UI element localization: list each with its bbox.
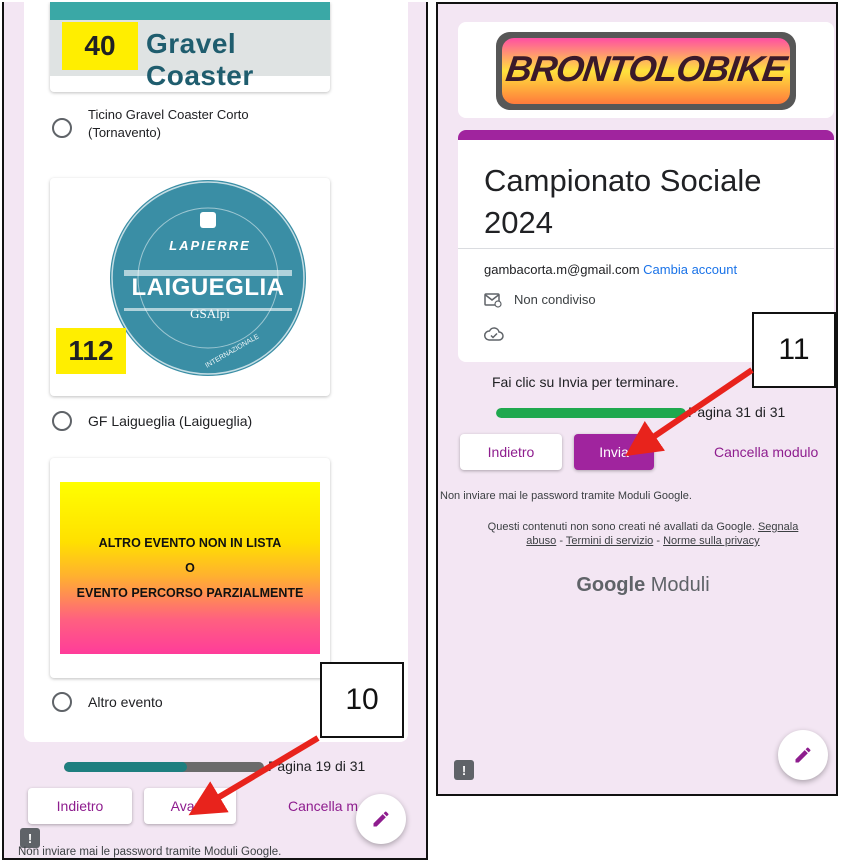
- terms-link[interactable]: Termini di servizio: [566, 535, 653, 547]
- separator: -: [656, 535, 661, 547]
- clear-form-link[interactable]: Cancella m: [288, 798, 358, 814]
- option-label-altro: Altro evento: [88, 694, 163, 710]
- password-warning: Non inviare mai le password tramite Modu…: [18, 846, 282, 858]
- report-abuse-link-cont[interactable]: abuso: [526, 535, 556, 547]
- header-accent-bar: [458, 130, 834, 140]
- report-abuse-link[interactable]: Segnala: [758, 521, 798, 533]
- gravel-coaster-image: 40 Gravel Coaster: [50, 2, 330, 92]
- back-button[interactable]: Indietro: [460, 434, 562, 470]
- right-form-panel: BRONTOLOBIKE Campionato Sociale 2024 gam…: [436, 2, 838, 796]
- altro-evento-image: ALTRO EVENTO NON IN LISTA O EVENTO PERCO…: [50, 458, 330, 678]
- radio-option-altro[interactable]: [52, 692, 72, 712]
- disclaimer-block: Questi contenuti non sono creati né aval…: [458, 520, 828, 548]
- laigueglia-brand: LAPIERRE: [169, 238, 251, 253]
- step-callout-11: 11: [752, 312, 836, 388]
- clear-form-link[interactable]: Cancella modulo: [714, 444, 818, 460]
- not-shared-text: Non condiviso: [514, 292, 596, 307]
- brand-google: Google: [576, 574, 646, 596]
- laigueglia-image: LAPIERRE LAIGUEGLIA GSAlpi GRANFONDO INT…: [50, 178, 330, 396]
- step-callout-10: 10: [320, 662, 404, 738]
- feedback-icon[interactable]: !: [20, 828, 40, 848]
- password-warning: Non inviare mai le password tramite Modu…: [440, 490, 692, 502]
- pencil-icon: [795, 747, 811, 763]
- disclaimer-text: Questi contenuti non sono creati né aval…: [487, 521, 755, 533]
- account-row: gambacorta.m@gmail.com Cambia account: [484, 262, 737, 277]
- left-form-panel: 40 Gravel Coaster Ticino Gravel Coaster …: [2, 2, 428, 860]
- submit-instruction: Fai clic su Invia per terminare.: [492, 374, 679, 390]
- altro-line1: ALTRO EVENTO NON IN LISTA: [98, 536, 282, 550]
- switch-account-link[interactable]: Cambia account: [643, 262, 737, 277]
- page-indicator: Pagina 19 di 31: [268, 758, 366, 774]
- gravel-title: Gravel Coaster: [146, 28, 254, 91]
- altro-line3: EVENTO PERCORSO PARZIALMENTE: [76, 586, 304, 600]
- progress-bar: [64, 762, 264, 772]
- progress-fill: [64, 762, 187, 772]
- form-title: Campionato Sociale 2024: [484, 160, 761, 244]
- progress-fill: [496, 408, 686, 418]
- altro-line2: O: [185, 561, 195, 575]
- laigueglia-title: LAIGUEGLIA: [131, 274, 285, 301]
- option-label-ticino: Ticino Gravel Coaster Corto (Tornavento): [88, 106, 249, 142]
- brand-moduli: Moduli: [650, 574, 710, 596]
- form-title-line2: 2024: [484, 205, 553, 240]
- disclaimer-line2: abuso - Termini di servizio - Norme sull…: [458, 534, 828, 548]
- header-divider: [458, 248, 834, 249]
- privacy-link[interactable]: Norme sulla privacy: [663, 535, 760, 547]
- laigueglia-badge: 112: [56, 328, 126, 374]
- option-label-ticino-line2: (Tornavento): [88, 125, 161, 140]
- radio-option-laigueglia[interactable]: [52, 411, 72, 431]
- cloud-check-icon: [484, 327, 504, 341]
- mail-icon: [484, 293, 502, 308]
- progress-bar: [496, 408, 686, 418]
- google-forms-brand: Google Moduli: [458, 574, 828, 597]
- pencil-icon: [373, 811, 389, 827]
- account-email: gambacorta.m@gmail.com: [484, 262, 640, 277]
- feedback-icon[interactable]: !: [454, 760, 474, 780]
- form-title-line1: Campionato Sociale: [484, 163, 762, 198]
- edit-fab-button[interactable]: [356, 794, 406, 844]
- submit-button[interactable]: Invia: [574, 434, 654, 470]
- separator: -: [559, 535, 564, 547]
- radio-option-ticino[interactable]: [52, 118, 72, 138]
- edit-fab-button[interactable]: [778, 730, 828, 780]
- back-button[interactable]: Indietro: [28, 788, 132, 824]
- banner-card: BRONTOLOBIKE: [458, 22, 834, 118]
- page-indicator: Pagina 31 di 31: [688, 404, 786, 420]
- option-label-laigueglia: GF Laigueglia (Laigueglia): [88, 413, 253, 429]
- laigueglia-sub: GSAlpi: [190, 306, 230, 321]
- gravel-badge: 40: [62, 22, 138, 70]
- disclaimer-line1: Questi contenuti non sono creati né aval…: [458, 520, 828, 534]
- option-label-ticino-line1: Ticino Gravel Coaster Corto: [88, 107, 249, 122]
- next-button[interactable]: Avanti: [144, 788, 236, 824]
- banner-title: BRONTOLOBIKE: [503, 48, 789, 89]
